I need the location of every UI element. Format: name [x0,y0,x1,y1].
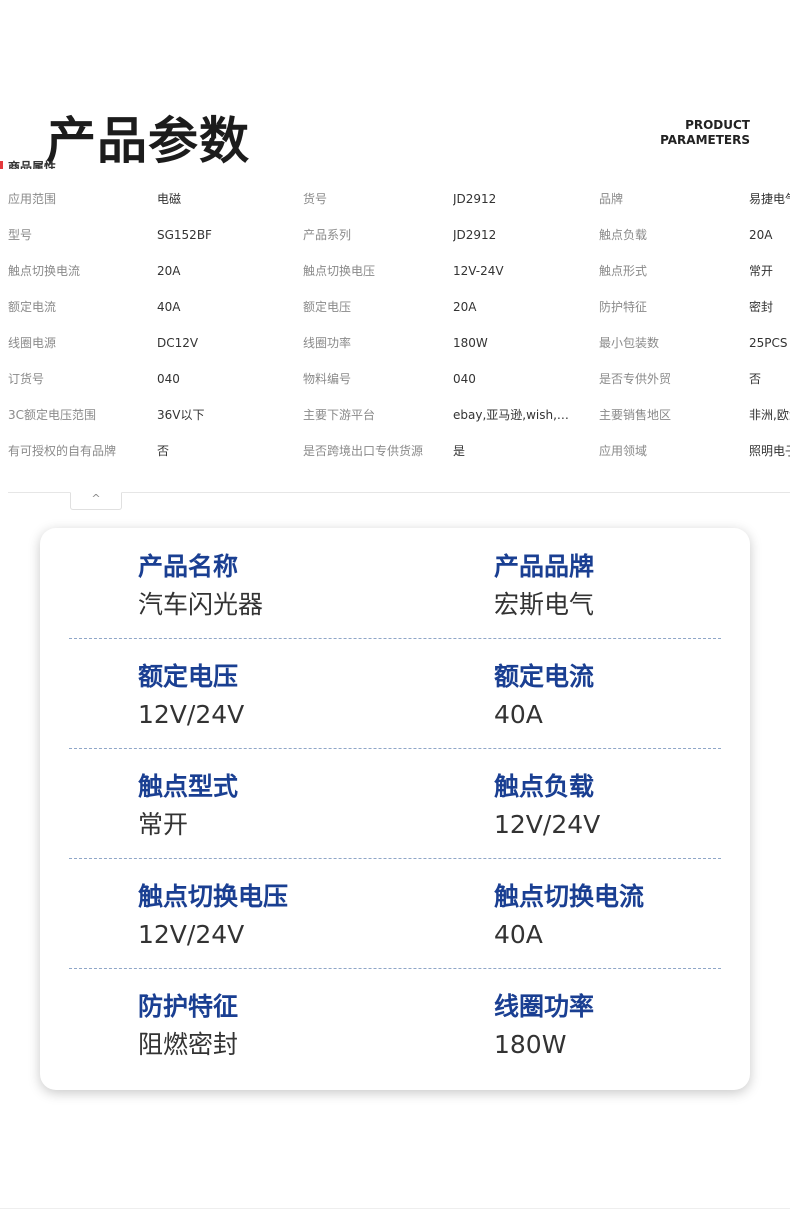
spec-label: 触点负载 [494,772,595,801]
spec-row: 额定电压 12V/24V 额定电流 40A [69,638,721,749]
attribute-value: SG152BF [157,228,212,242]
spec-label: 额定电流 [494,662,595,691]
attribute-value: 20A [749,228,773,242]
attribute-key: 是否跨境出口专供货源 [303,444,424,458]
spec-row: 防护特征阻燃密封 线圈功率 180W [69,968,721,1078]
spec-value: 阻燃密封 [138,1030,239,1059]
spec-value: 12V/24V [138,700,245,729]
attribute-value: 040 [453,372,476,386]
attribute-value: DC12V [157,336,199,350]
attribute-row: 线圈电源 DC12V 线圈功率 180W 最小包装数 25PCS [0,325,790,361]
attribute-row: 触点切换电流 20A 触点切换电压 12V-24V 触点形式 常开 [0,253,790,289]
attributes-divider [8,492,790,493]
spec-value: 40A [494,920,543,949]
attribute-value: 否 [157,444,170,458]
attribute-key: 触点切换电流 [8,264,81,278]
attribute-key: 触点负载 [599,228,648,242]
spec-row: 产品名称汽车闪光器 产品品牌宏斯电气 [69,528,721,639]
attribute-key: 有可授权的自有品牌 [8,444,117,458]
attribute-value: JD2912 [453,228,497,242]
spec-value: 汽车闪光器 [138,590,264,619]
attribute-value: 常开 [749,264,774,278]
spec-card: 产品名称汽车闪光器 产品品牌宏斯电气额定电压 12V/24V 额定电流 40A 触点型式常… [40,528,750,1090]
spec-label: 触点切换电流 [494,882,645,911]
attribute-value: 是 [453,444,466,458]
spec-value: 180W [494,1030,567,1059]
chevron-up-icon: ^ [91,492,101,505]
attribute-key: 产品系列 [303,228,352,242]
attribute-value: 12V-24V [453,264,504,278]
spec-label: 触点型式 [138,772,239,801]
attribute-key: 应用范围 [8,192,57,206]
attribute-key: 物料编号 [303,372,352,386]
attribute-key: 品牌 [599,192,624,206]
spec-label: 防护特征 [138,992,239,1021]
attribute-key: 线圈功率 [303,336,352,350]
attribute-key: 额定电压 [303,300,352,314]
section-heading-text: 商品属性 [8,160,57,169]
spec-label: 产品品牌 [494,552,595,581]
attribute-value: 密封 [749,300,774,314]
attribute-value: 照明电子 [749,444,790,458]
bottom-divider [0,1208,790,1209]
attribute-key: 线圈电源 [8,336,57,350]
attribute-key: 防护特征 [599,300,648,314]
attribute-key: 订货号 [8,372,45,386]
attribute-value: 非洲,欧洲 [749,408,790,422]
spec-label: 额定电压 [138,662,239,691]
title-en-line2: PARAMETERS [660,133,750,147]
spec-label: 产品名称 [138,552,239,581]
attribute-row: 额定电流 40A 额定电压 20A 防护特征 密封 [0,289,790,325]
spec-row: 触点型式常开 触点负载 12V/24V [69,748,721,859]
spec-row: 触点切换电压 12V/24V 触点切换电流 40A [69,858,721,969]
attribute-value: 40A [157,300,181,314]
spec-label: 触点切换电压 [138,882,289,911]
attribute-key: 最小包装数 [599,336,660,350]
attribute-key: 触点形式 [599,264,648,278]
attribute-key: 货号 [303,192,328,206]
attribute-value: 36V以下 [157,408,205,422]
attribute-value: 易捷电气 [749,192,790,206]
attribute-key: 3C额定电压范围 [8,408,97,422]
attribute-row: 有可授权的自有品牌 否 是否跨境出口专供货源 是 应用领域 照明电子 [0,433,790,469]
attribute-row: 订货号 040 物料编号 040 是否专供外贸 否 [0,361,790,397]
attribute-value: 25PCS [749,336,788,350]
attribute-value: 180W [453,336,488,350]
product-params-title: 产品参数 [46,112,250,166]
product-params-title-en: PRODUCT PARAMETERS [660,118,750,148]
attribute-row: 3C额定电压范围 36V以下 主要下游平台 ebay,亚马逊,wish,速卖通 主要销售… [0,397,790,433]
attribute-row: 应用范围 电磁 货号 JD2912 品牌 易捷电气 [0,181,790,217]
spec-label: 线圈功率 [494,992,595,1021]
attribute-value: 否 [749,372,762,386]
attribute-key: 额定电流 [8,300,57,314]
attributes-section-heading: 商品属性 [0,157,56,169]
spec-value: 40A [494,700,543,729]
section-marker [0,161,3,169]
attribute-value: 20A [157,264,181,278]
attribute-value: JD2912 [453,192,497,206]
attribute-value: 电磁 [157,192,182,206]
attribute-key: 是否专供外贸 [599,372,672,386]
collapse-toggle[interactable]: ^ [70,492,122,510]
attribute-key: 触点切换电压 [303,264,376,278]
attribute-key: 应用领域 [599,444,648,458]
title-en-line1: PRODUCT [685,118,750,132]
spec-value: 宏斯电气 [494,590,595,619]
attribute-key: 主要销售地区 [599,408,672,422]
attribute-value: 040 [157,372,180,386]
attributes-table: 应用范围 电磁 货号 JD2912 品牌 易捷电气型号 SG152BF 产品系列 JD2912 触… [0,181,790,469]
spec-value: 常开 [138,810,189,839]
attribute-key: 主要下游平台 [303,408,376,422]
attribute-row: 型号 SG152BF 产品系列 JD2912 触点负载 20A [0,217,790,253]
attribute-key: 型号 [8,228,33,242]
spec-value: 12V/24V [138,920,245,949]
attribute-value: 20A [453,300,477,314]
spec-value: 12V/24V [494,810,601,839]
attribute-value: ebay,亚马逊,wish,速卖通 [453,408,575,422]
